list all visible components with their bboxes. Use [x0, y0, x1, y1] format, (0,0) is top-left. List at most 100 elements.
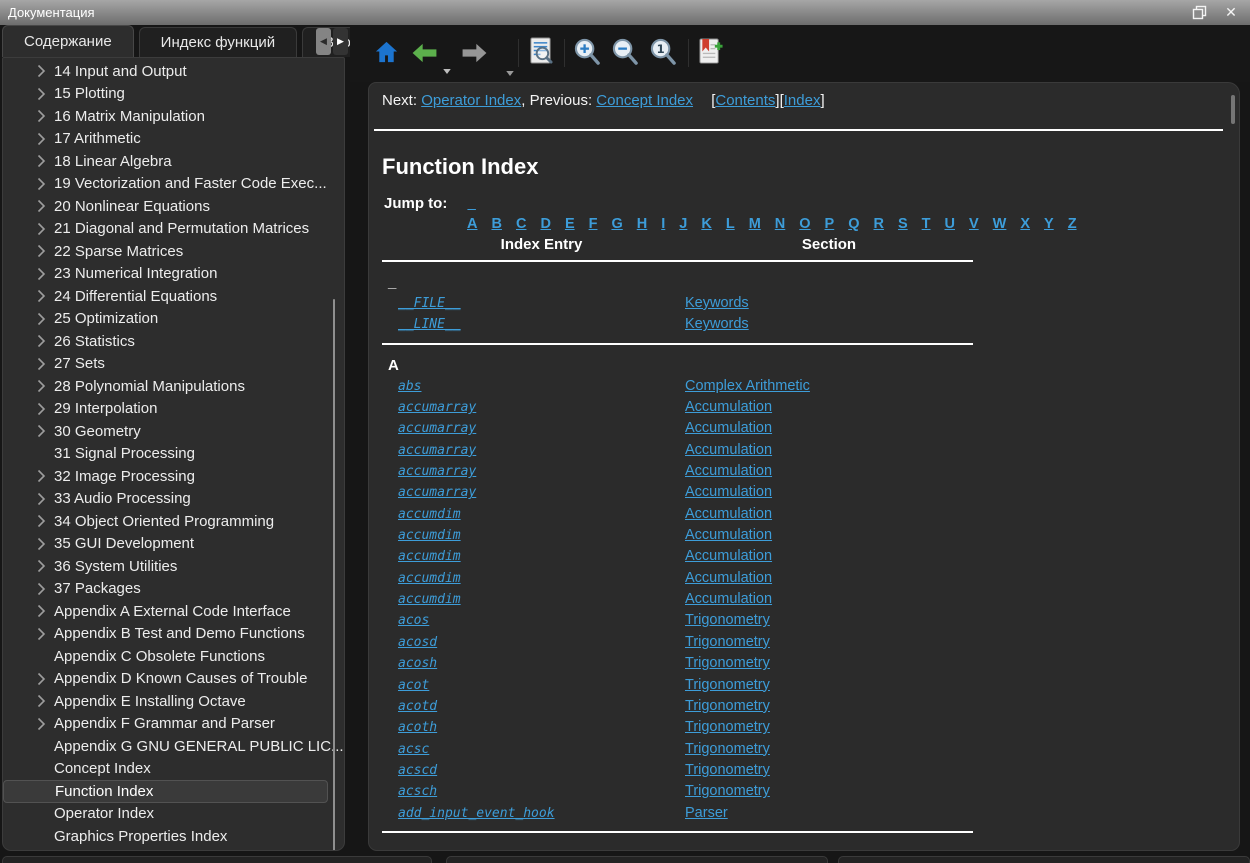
section-link[interactable]: Trigonometry — [685, 675, 770, 696]
jump-letter-link-s[interactable]: S — [898, 216, 908, 232]
function-link[interactable]: acotd — [398, 696, 437, 717]
sidebar-item-29-interpolation[interactable]: 29 Interpolation — [3, 398, 344, 421]
jump-underscore-link[interactable]: _ — [468, 195, 476, 212]
chevron-right-icon[interactable] — [37, 402, 54, 416]
section-link[interactable]: Accumulation — [685, 397, 772, 418]
jump-letter-link-e[interactable]: E — [565, 216, 575, 232]
jump-letter-link-q[interactable]: Q — [848, 216, 859, 232]
sidebar-item-14-input-and-output[interactable]: 14 Input and Output — [3, 60, 344, 83]
function-link[interactable]: accumdim — [398, 589, 461, 610]
chevron-right-icon[interactable] — [37, 379, 54, 393]
function-link[interactable]: accumdim — [398, 546, 461, 567]
sidebar-item-37-packages[interactable]: 37 Packages — [3, 578, 344, 601]
back-button[interactable] — [410, 42, 439, 67]
jump-letter-link-f[interactable]: F — [589, 216, 598, 232]
sidebar-item-operator-index[interactable]: Operator Index — [3, 803, 344, 826]
function-link[interactable]: acosd — [398, 632, 437, 653]
jump-letter-link-k[interactable]: K — [701, 216, 711, 232]
section-link[interactable]: Trigonometry — [685, 760, 770, 781]
jump-letter-link-p[interactable]: P — [825, 216, 835, 232]
jump-letter-link-l[interactable]: L — [726, 216, 735, 232]
nav-contents-link[interactable]: Contents — [715, 92, 775, 109]
jump-letter-link-a[interactable]: A — [467, 216, 477, 232]
function-link[interactable]: acsc — [398, 739, 429, 760]
chevron-right-icon[interactable] — [37, 312, 54, 326]
chevron-right-icon[interactable] — [37, 132, 54, 146]
section-link[interactable]: Accumulation — [685, 525, 772, 546]
chevron-right-icon[interactable] — [37, 267, 54, 281]
nav-index-link[interactable]: Index — [784, 92, 821, 109]
function-link[interactable]: accumarray — [398, 482, 476, 503]
chevron-right-icon[interactable] — [37, 469, 54, 483]
chevron-right-icon[interactable] — [37, 604, 54, 618]
jump-letter-link-t[interactable]: T — [922, 216, 931, 232]
tab-contents[interactable]: Содержание — [2, 25, 134, 57]
section-link[interactable]: Trigonometry — [685, 610, 770, 631]
chevron-right-icon[interactable] — [37, 64, 54, 78]
sidebar-item-34-object-oriented-programming[interactable]: 34 Object Oriented Programming — [3, 510, 344, 533]
zoom-in-button[interactable] — [574, 38, 601, 70]
chevron-right-icon[interactable] — [37, 559, 54, 573]
chevron-right-icon[interactable] — [37, 289, 54, 303]
chevron-right-icon[interactable] — [37, 87, 54, 101]
chevron-right-icon[interactable] — [37, 672, 54, 686]
sidebar-item-appendix-a-external-code-interface[interactable]: Appendix A External Code Interface — [3, 600, 344, 623]
sidebar-item-appendix-d-known-causes-of-trouble[interactable]: Appendix D Known Causes of Trouble — [3, 668, 344, 691]
section-link[interactable]: Accumulation — [685, 418, 772, 439]
section-link[interactable]: Trigonometry — [685, 653, 770, 674]
section-link[interactable]: Accumulation — [685, 440, 772, 461]
section-link[interactable]: Trigonometry — [685, 696, 770, 717]
function-link[interactable]: accumarray — [398, 440, 476, 461]
jump-letter-link-c[interactable]: C — [516, 216, 526, 232]
jump-letter-link-v[interactable]: V — [969, 216, 979, 232]
sidebar-item-21-diagonal-and-permutation-matrices[interactable]: 21 Diagonal and Permutation Matrices — [3, 218, 344, 241]
jump-letter-link-g[interactable]: G — [611, 216, 622, 232]
tab-scroll-left-button[interactable]: ◀ — [316, 28, 331, 55]
sidebar-item-concept-index[interactable]: Concept Index — [3, 758, 344, 781]
jump-letter-link-z[interactable]: Z — [1068, 216, 1077, 232]
tab-function-index[interactable]: Индекс функций — [139, 27, 297, 57]
section-link[interactable]: Accumulation — [685, 504, 772, 525]
sidebar-item-32-image-processing[interactable]: 32 Image Processing — [3, 465, 344, 488]
function-link[interactable]: acosh — [398, 653, 437, 674]
chevron-right-icon[interactable] — [37, 334, 54, 348]
sidebar-item-graphics-properties-index[interactable]: Graphics Properties Index — [3, 825, 344, 848]
function-link[interactable]: __FILE__ — [398, 293, 461, 314]
section-link[interactable]: Accumulation — [685, 589, 772, 610]
sidebar-item-18-linear-algebra[interactable]: 18 Linear Algebra — [3, 150, 344, 173]
function-link[interactable]: acot — [398, 675, 429, 696]
jump-letter-link-n[interactable]: N — [775, 216, 785, 232]
sidebar-item-20-nonlinear-equations[interactable]: 20 Nonlinear Equations — [3, 195, 344, 218]
jump-letter-link-x[interactable]: X — [1020, 216, 1030, 232]
function-link[interactable]: acscd — [398, 760, 437, 781]
function-link[interactable]: __LINE__ — [398, 314, 461, 335]
panel-splitter[interactable] — [347, 57, 366, 853]
zoom-original-button[interactable]: 1 — [650, 38, 677, 70]
sidebar-item-23-numerical-integration[interactable]: 23 Numerical Integration — [3, 263, 344, 286]
sidebar-item-36-system-utilities[interactable]: 36 System Utilities — [3, 555, 344, 578]
function-link[interactable]: accumarray — [398, 397, 476, 418]
content-scrollbar[interactable] — [1231, 95, 1235, 124]
jump-letter-link-r[interactable]: R — [874, 216, 884, 232]
chevron-right-icon[interactable] — [37, 199, 54, 213]
sidebar-item-16-matrix-manipulation[interactable]: 16 Matrix Manipulation — [3, 105, 344, 128]
close-window-button[interactable]: ✕ — [1222, 4, 1240, 22]
nav-next-link[interactable]: Operator Index — [421, 92, 521, 109]
chevron-right-icon[interactable] — [37, 424, 54, 438]
new-bookmark-button[interactable] — [698, 37, 724, 69]
sidebar-item-appendix-b-test-and-demo-functions[interactable]: Appendix B Test and Demo Functions — [3, 623, 344, 646]
find-in-page-button[interactable] — [528, 37, 553, 69]
jump-letter-link-h[interactable]: H — [637, 216, 647, 232]
function-link[interactable]: accumdim — [398, 525, 461, 546]
chevron-right-icon[interactable] — [37, 222, 54, 236]
jump-letter-link-i[interactable]: I — [661, 216, 665, 232]
chevron-right-icon[interactable] — [37, 177, 54, 191]
tab-scroll-right-button[interactable]: ▶ — [333, 28, 348, 55]
function-link[interactable]: add_input_event_hook — [398, 803, 555, 824]
function-link[interactable]: accumdim — [398, 568, 461, 589]
chevron-right-icon[interactable] — [37, 244, 54, 258]
sidebar-item-27-sets[interactable]: 27 Sets — [3, 353, 344, 376]
zoom-out-button[interactable] — [612, 38, 639, 70]
sidebar-item-35-gui-development[interactable]: 35 GUI Development — [3, 533, 344, 556]
jump-letter-link-w[interactable]: W — [993, 216, 1007, 232]
